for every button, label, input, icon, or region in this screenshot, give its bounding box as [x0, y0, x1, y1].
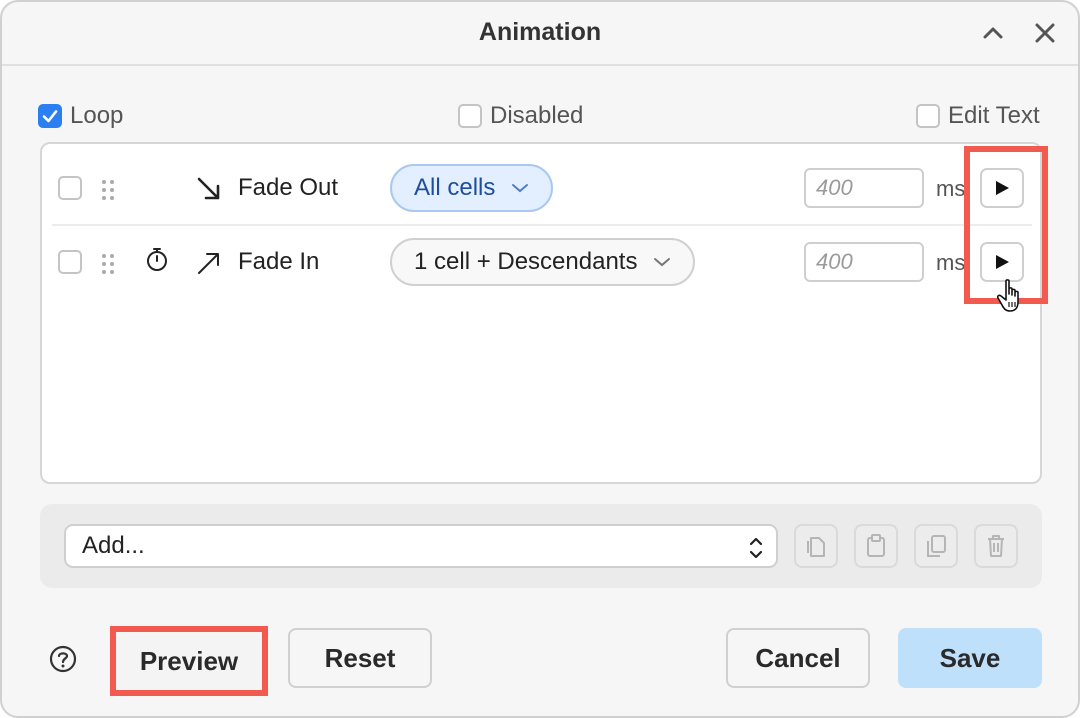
- drag-handle-icon[interactable]: [98, 252, 118, 276]
- effect-label: Fade In: [238, 248, 320, 275]
- loop-label: Loop: [70, 102, 124, 129]
- loop-option[interactable]: Loop: [38, 102, 123, 130]
- add-panel: Add...: [40, 504, 1042, 588]
- copy-button[interactable]: [794, 524, 838, 568]
- animation-dialog: Animation Loop Disabled Edit Text Fade O…: [0, 0, 1080, 718]
- edit-text-checkbox[interactable]: [916, 104, 940, 128]
- animation-steps-list: Fade Out All cells ms: [40, 142, 1042, 484]
- list-item[interactable]: Fade Out All cells ms: [52, 152, 1032, 226]
- save-button[interactable]: Save: [898, 628, 1042, 688]
- duration-unit: ms: [936, 176, 966, 201]
- loop-checkbox[interactable]: [38, 104, 62, 128]
- disabled-option[interactable]: Disabled: [458, 102, 583, 130]
- disabled-label: Disabled: [490, 102, 584, 129]
- title-bar: Animation: [2, 2, 1078, 66]
- chevron-down-icon: [654, 258, 671, 267]
- delete-button[interactable]: [974, 524, 1018, 568]
- list-item[interactable]: Fade In 1 cell + Descendants ms: [52, 226, 1032, 300]
- arrow-up-right-icon: [198, 253, 219, 274]
- dialog-title: Animation: [478, 18, 602, 46]
- trash-icon: [988, 535, 1004, 557]
- duplicate-button[interactable]: [914, 524, 958, 568]
- target-dropdown[interactable]: 1 cell + Descendants: [390, 238, 696, 286]
- chevron-down-icon: [512, 184, 529, 193]
- target-label: 1 cell + Descendants: [414, 248, 638, 275]
- disabled-checkbox[interactable]: [458, 104, 482, 128]
- duration-input[interactable]: [804, 242, 924, 282]
- paste-icon: [867, 534, 885, 557]
- checkmark-icon: [42, 110, 58, 123]
- edit-text-option[interactable]: Edit Text: [916, 102, 1040, 130]
- copy-icon: [807, 537, 825, 557]
- edit-text-label: Edit Text: [948, 102, 1040, 129]
- target-label: All cells: [414, 174, 496, 201]
- hand-cursor-icon: [996, 279, 1019, 312]
- paste-button[interactable]: [854, 524, 898, 568]
- target-dropdown[interactable]: All cells: [390, 164, 554, 212]
- drag-handle-icon[interactable]: [98, 178, 118, 202]
- help-icon[interactable]: [48, 644, 78, 674]
- select-arrows-icon: [749, 537, 763, 559]
- duplicate-icon: [927, 535, 946, 557]
- add-select[interactable]: Add...: [64, 524, 778, 568]
- duration-input[interactable]: [804, 168, 924, 208]
- add-select-value: Add...: [82, 532, 145, 559]
- cancel-button[interactable]: Cancel: [726, 628, 870, 688]
- step-checkbox[interactable]: [58, 250, 82, 274]
- timer-icon: [147, 248, 167, 271]
- reset-button[interactable]: Reset: [288, 628, 432, 688]
- duration-unit: ms: [936, 250, 966, 275]
- effect-label: Fade Out: [238, 174, 339, 201]
- chevron-up-icon[interactable]: [978, 18, 1008, 48]
- arrow-down-right-icon: [197, 177, 220, 200]
- step-checkbox[interactable]: [58, 176, 82, 200]
- close-icon[interactable]: [1030, 18, 1060, 48]
- preview-button[interactable]: Preview: [116, 632, 262, 690]
